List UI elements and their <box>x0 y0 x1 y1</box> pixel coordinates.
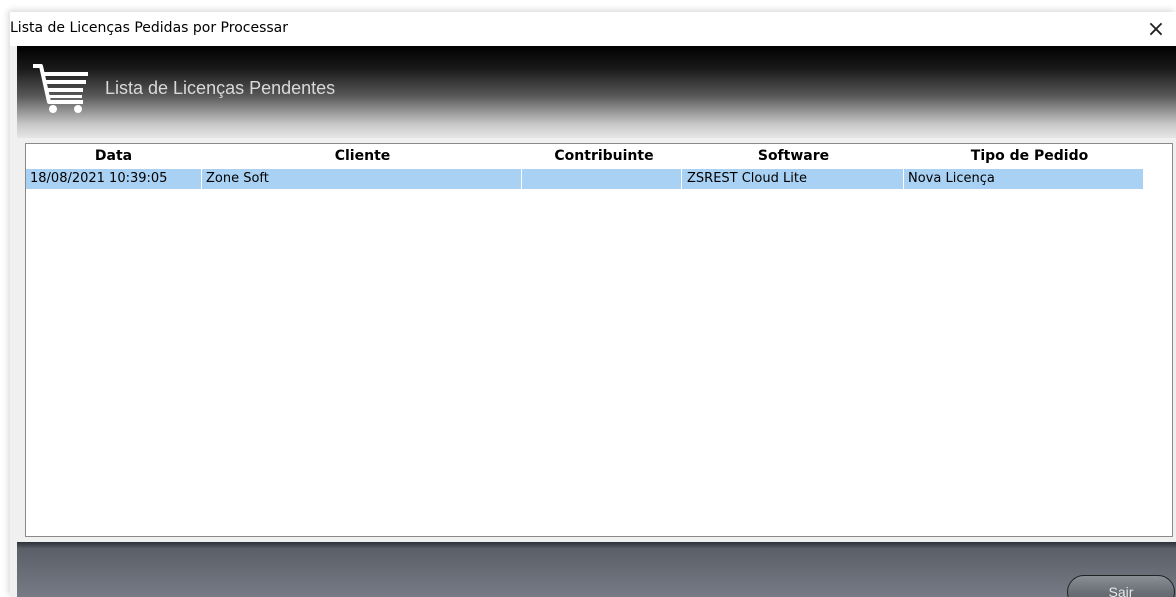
column-header-software[interactable]: Software <box>684 148 903 164</box>
column-header-contribuinte[interactable]: Contribuinte <box>524 148 684 164</box>
grid-header: Data Cliente Contribuinte Software Tipo … <box>26 148 1156 170</box>
shopping-cart-icon <box>33 64 88 113</box>
window-title: Lista de Licenças Pedidas por Processar <box>10 20 288 36</box>
column-header-cliente[interactable]: Cliente <box>201 148 524 164</box>
column-header-tipo-pedido[interactable]: Tipo de Pedido <box>903 148 1156 164</box>
cell-tipo-pedido: Nova Licença <box>908 171 995 186</box>
banner-title: Lista de Licenças Pendentes <box>105 78 336 98</box>
close-icon: × <box>1146 16 1166 42</box>
cell-software: ZSREST Cloud Lite <box>687 171 807 186</box>
cell-data: 18/08/2021 10:39:05 <box>30 171 168 186</box>
close-button[interactable]: × <box>1136 12 1176 46</box>
pending-licenses-grid[interactable]: Data Cliente Contribuinte Software Tipo … <box>25 143 1173 537</box>
header-banner: Lista de Licenças Pendentes <box>17 46 1176 138</box>
cell-cliente: Zone Soft <box>206 171 269 186</box>
title-bar: Lista de Licenças Pedidas por Processar … <box>10 12 1176 46</box>
licenses-dialog: Lista de Licenças Pedidas por Processar … <box>10 12 1176 597</box>
footer-bar: Sair <box>17 542 1176 597</box>
exit-button[interactable]: Sair <box>1067 575 1175 597</box>
table-row[interactable]: 18/08/2021 10:39:05 Zone Soft ZSREST Clo… <box>26 169 1143 189</box>
column-header-data[interactable]: Data <box>26 148 201 164</box>
